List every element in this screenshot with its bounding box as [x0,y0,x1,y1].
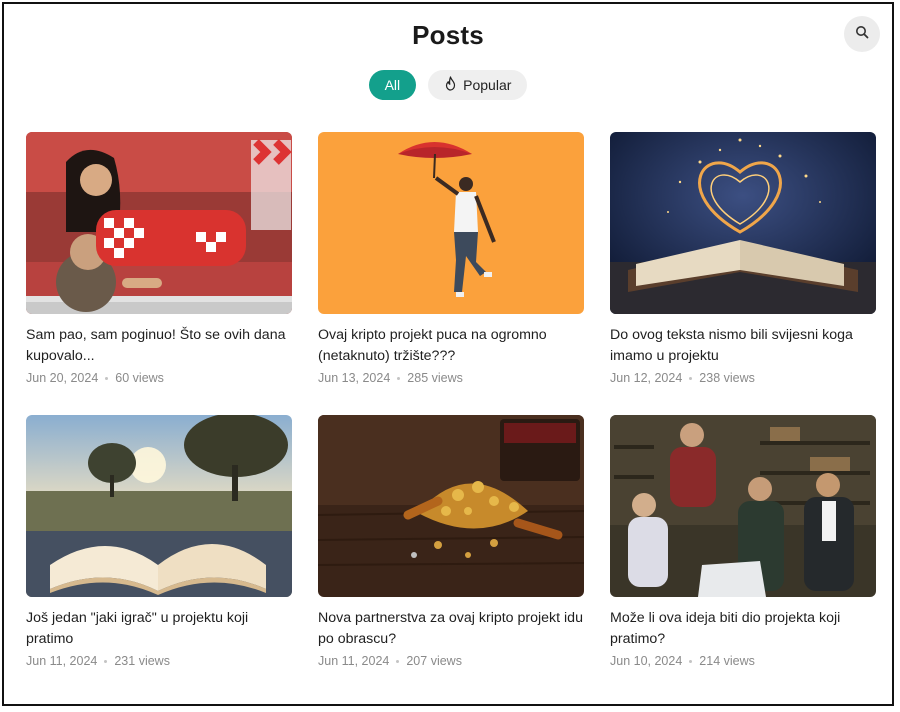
post-views: 60 views [115,371,164,385]
filter-tabs: All Popular [4,70,892,100]
post-meta: Jun 11, 2024 231 views [26,654,292,668]
search-button[interactable] [844,16,880,52]
post-title[interactable]: Još jedan "jaki igrač" u projektu koji p… [26,608,292,650]
post-date: Jun 13, 2024 [318,371,391,385]
app-frame: Posts All Popular Sam pao, sam poginuo! … [2,2,894,706]
post-date: Jun 20, 2024 [26,371,99,385]
filter-all-chip[interactable]: All [368,70,417,100]
meta-separator [396,659,400,663]
post-card[interactable]: Još jedan "jaki igrač" u projektu koji p… [26,415,292,668]
post-views: 238 views [699,371,755,385]
posts-grid: Sam pao, sam poginuo! Što se ovih dana k… [26,132,878,668]
post-card[interactable]: Nova partnerstva za ovaj kripto projekt … [318,415,584,668]
post-title[interactable]: Ovaj kripto projekt puca na ogromno (net… [318,325,584,367]
post-card[interactable]: Sam pao, sam poginuo! Što se ovih dana k… [26,132,292,385]
post-title[interactable]: Sam pao, sam poginuo! Što se ovih dana k… [26,325,292,367]
post-views: 207 views [406,654,462,668]
post-date: Jun 10, 2024 [610,654,683,668]
post-views: 285 views [407,371,463,385]
filter-all-label: All [384,77,401,93]
post-thumbnail[interactable] [26,132,292,314]
search-icon [855,25,869,44]
meta-separator [105,376,109,380]
post-meta: Jun 20, 2024 60 views [26,371,292,385]
post-card[interactable]: Može li ova ideja biti dio projekta koji… [610,415,876,668]
post-thumbnail[interactable] [610,415,876,597]
post-date: Jun 11, 2024 [318,654,390,668]
post-date: Jun 12, 2024 [610,371,683,385]
post-date: Jun 11, 2024 [26,654,98,668]
meta-separator [104,659,108,663]
post-views: 214 views [699,654,755,668]
post-views: 231 views [114,654,170,668]
meta-separator [689,376,693,380]
post-card[interactable]: Ovaj kripto projekt puca na ogromno (net… [318,132,584,385]
post-title[interactable]: Nova partnerstva za ovaj kripto projekt … [318,608,584,650]
post-meta: Jun 10, 2024 214 views [610,654,876,668]
flame-icon [444,76,457,94]
post-thumbnail[interactable] [610,132,876,314]
page-title: Posts [412,20,484,50]
post-card[interactable]: Do ovog teksta nismo bili svijesni koga … [610,132,876,385]
meta-separator [397,376,401,380]
post-title[interactable]: Do ovog teksta nismo bili svijesni koga … [610,325,876,367]
filter-popular-chip[interactable]: Popular [428,70,528,100]
post-thumbnail[interactable] [318,415,584,597]
post-meta: Jun 11, 2024 207 views [318,654,584,668]
meta-separator [689,659,693,663]
post-meta: Jun 13, 2024 285 views [318,371,584,385]
post-title[interactable]: Može li ova ideja biti dio projekta koji… [610,608,876,650]
post-thumbnail[interactable] [26,415,292,597]
post-meta: Jun 12, 2024 238 views [610,371,876,385]
post-thumbnail[interactable] [318,132,584,314]
filter-popular-label: Popular [463,77,512,93]
